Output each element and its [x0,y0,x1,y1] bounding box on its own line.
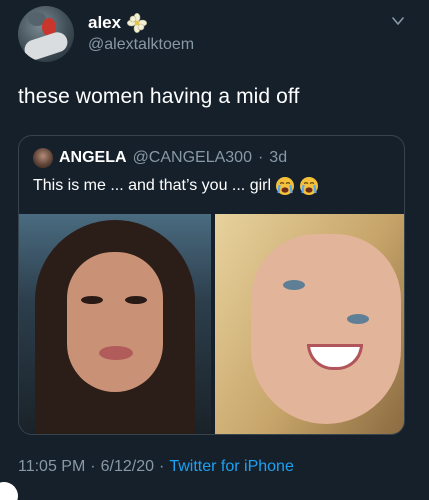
quoted-header: ANGELA @CANGELA300 · 3d [33,148,287,168]
quoted-avatar [33,148,53,168]
author-avatar[interactable] [18,6,74,62]
chevron-down-icon[interactable] [391,14,405,28]
author-handle[interactable]: @alextalktoem [88,36,194,54]
photo-left[interactable] [19,214,211,434]
quoted-time: 3d [269,149,288,166]
quoted-tweet[interactable]: ANGELA @CANGELA300 · 3d This is me ... a… [18,135,405,435]
quoted-handle: @CANGELA300 [132,149,252,166]
photo-right[interactable] [214,214,404,434]
crying-face-icon [300,177,319,195]
tweet-footer: 11:05 PM · 6/12/20 · Twitter for iPhone [18,458,294,476]
tweet-time[interactable]: 11:05 PM [18,458,85,476]
quoted-separator: · [257,149,264,166]
quoted-display-name: ANGELA [59,149,127,166]
quoted-media [19,214,404,434]
tweet-date[interactable]: 6/12/20 [101,458,154,476]
flower-icon [127,13,148,33]
author-display-name[interactable]: alex [88,13,121,33]
footer-separator: · [159,458,165,475]
footer-separator: · [90,458,96,475]
crying-face-icon [276,177,295,195]
author-name-row: alex [88,13,148,33]
quoted-text-row: This is me ... and that’s you ... girl [33,176,319,196]
tweet-card: alex @alextalktoem these women having a … [0,0,429,500]
tweet-source[interactable]: Twitter for iPhone [169,458,294,476]
quoted-text: This is me ... and that’s you ... girl [33,177,272,194]
corner-overlay [0,482,18,500]
tweet-text: these women having a mid off [18,85,300,108]
